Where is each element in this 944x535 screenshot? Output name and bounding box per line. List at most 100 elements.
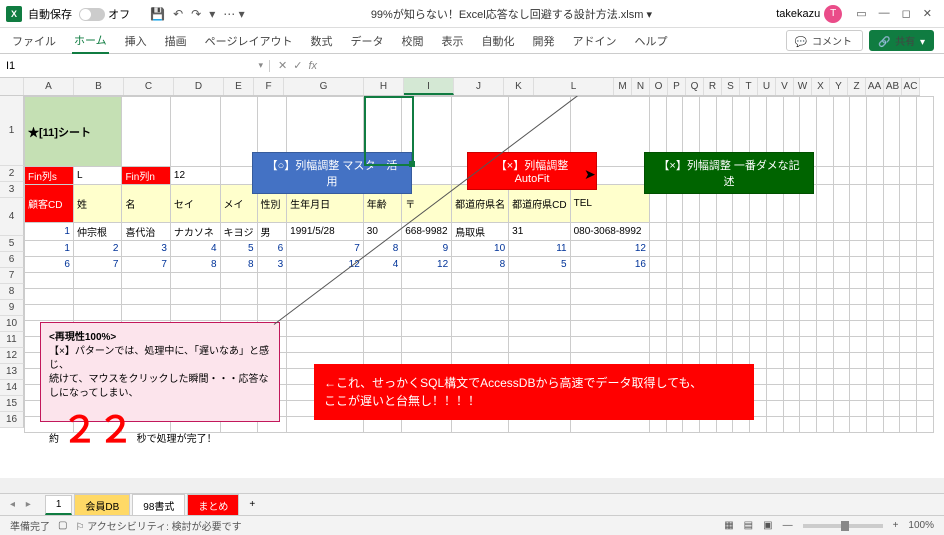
col-header-Y[interactable]: Y (830, 78, 848, 95)
cell[interactable] (220, 273, 257, 289)
cell[interactable] (866, 289, 883, 305)
cell[interactable] (816, 273, 833, 289)
cell[interactable] (816, 97, 833, 167)
cell[interactable] (900, 385, 917, 401)
cell[interactable]: 鳥取県 (452, 223, 509, 241)
maximize-icon[interactable]: ◻ (902, 7, 911, 20)
cell[interactable] (917, 369, 934, 385)
cell[interactable]: 3 (122, 241, 170, 257)
cell[interactable] (800, 369, 817, 385)
row-header-2[interactable]: 2 (0, 166, 24, 182)
cell[interactable] (716, 289, 733, 305)
cell[interactable] (850, 417, 867, 433)
cell[interactable] (570, 305, 649, 321)
cell[interactable] (666, 337, 683, 353)
cell[interactable] (650, 289, 667, 305)
cell[interactable] (783, 417, 800, 433)
col-header-E[interactable]: E (224, 78, 254, 95)
col-header-T[interactable]: T (740, 78, 758, 95)
cell[interactable] (122, 289, 170, 305)
cell[interactable] (287, 321, 364, 337)
cell[interactable] (766, 223, 783, 241)
name-box[interactable]: I1▾ (0, 60, 270, 72)
row-header-8[interactable]: 8 (0, 284, 24, 300)
cell[interactable] (833, 385, 850, 401)
cell[interactable] (700, 257, 717, 273)
cell[interactable] (850, 241, 867, 257)
cell[interactable]: 080-3068-8992 (570, 223, 649, 241)
cell[interactable] (570, 337, 649, 353)
cell[interactable] (833, 185, 850, 223)
sheet-tab-summary[interactable]: まとめ (187, 494, 239, 516)
cell[interactable] (917, 257, 934, 273)
cell[interactable] (900, 97, 917, 167)
cell[interactable] (850, 401, 867, 417)
cell[interactable]: 8 (452, 257, 509, 273)
col-header-N[interactable]: N (632, 78, 650, 95)
cell[interactable] (25, 289, 74, 305)
cell[interactable] (716, 305, 733, 321)
cell[interactable] (783, 401, 800, 417)
cell[interactable] (917, 321, 934, 337)
comment-button[interactable]: 💬 コメント (786, 30, 863, 51)
tab-home[interactable]: ホーム (72, 28, 109, 54)
cell[interactable] (683, 273, 700, 289)
row-header-16[interactable]: 16 (0, 412, 24, 428)
cell[interactable] (917, 417, 934, 433)
cell[interactable] (650, 257, 667, 273)
cell[interactable] (833, 401, 850, 417)
cell[interactable]: 7 (287, 241, 364, 257)
cell[interactable] (570, 289, 649, 305)
cell[interactable] (257, 273, 287, 289)
zoom-level[interactable]: 100% (908, 520, 934, 531)
cell[interactable] (833, 305, 850, 321)
cell[interactable] (866, 241, 883, 257)
cell[interactable] (900, 185, 917, 223)
cell[interactable]: 31 (509, 223, 570, 241)
col-header-M[interactable]: M (614, 78, 632, 95)
tab-insert[interactable]: 挿入 (123, 29, 149, 53)
cell[interactable] (917, 223, 934, 241)
sheet-tab-1[interactable]: 1 (45, 495, 73, 515)
cell[interactable] (917, 289, 934, 305)
cell[interactable] (509, 305, 570, 321)
cell[interactable]: 668-9982 (402, 223, 452, 241)
shape-button-red[interactable]: 【×】列幅調整 AutoFit (467, 152, 597, 190)
sheet-tab-98format[interactable]: 98書式 (132, 494, 185, 516)
cell[interactable] (800, 257, 817, 273)
cell[interactable] (866, 185, 883, 223)
cell[interactable]: Fin列s (25, 167, 74, 185)
cell[interactable] (716, 321, 733, 337)
cell[interactable] (363, 337, 401, 353)
cell[interactable] (287, 289, 364, 305)
row-header-12[interactable]: 12 (0, 348, 24, 364)
cell[interactable]: 4 (170, 241, 220, 257)
cell[interactable] (917, 97, 934, 167)
cell[interactable] (816, 241, 833, 257)
cell[interactable] (866, 385, 883, 401)
cell[interactable]: 8 (170, 257, 220, 273)
cell[interactable] (716, 257, 733, 273)
column-headers[interactable]: ABCDEFGHIJKLMNOPQRSTUVWXYZAAABAC (0, 78, 920, 96)
cell[interactable] (700, 223, 717, 241)
col-header-U[interactable]: U (758, 78, 776, 95)
cell[interactable] (866, 401, 883, 417)
cell[interactable] (766, 289, 783, 305)
cell[interactable] (816, 257, 833, 273)
cell[interactable] (816, 385, 833, 401)
cell[interactable] (866, 257, 883, 273)
cell[interactable] (783, 257, 800, 273)
col-header-C[interactable]: C (124, 78, 174, 95)
cell[interactable]: 6 (257, 241, 287, 257)
cell[interactable] (833, 353, 850, 369)
col-header-AB[interactable]: AB (884, 78, 902, 95)
cell[interactable] (750, 305, 767, 321)
col-header-O[interactable]: O (650, 78, 668, 95)
cell[interactable] (900, 289, 917, 305)
cell[interactable] (900, 305, 917, 321)
cell[interactable] (73, 273, 121, 289)
cell[interactable]: 1 (25, 223, 74, 241)
cell[interactable] (766, 417, 783, 433)
cell[interactable] (716, 337, 733, 353)
cell[interactable] (363, 273, 401, 289)
